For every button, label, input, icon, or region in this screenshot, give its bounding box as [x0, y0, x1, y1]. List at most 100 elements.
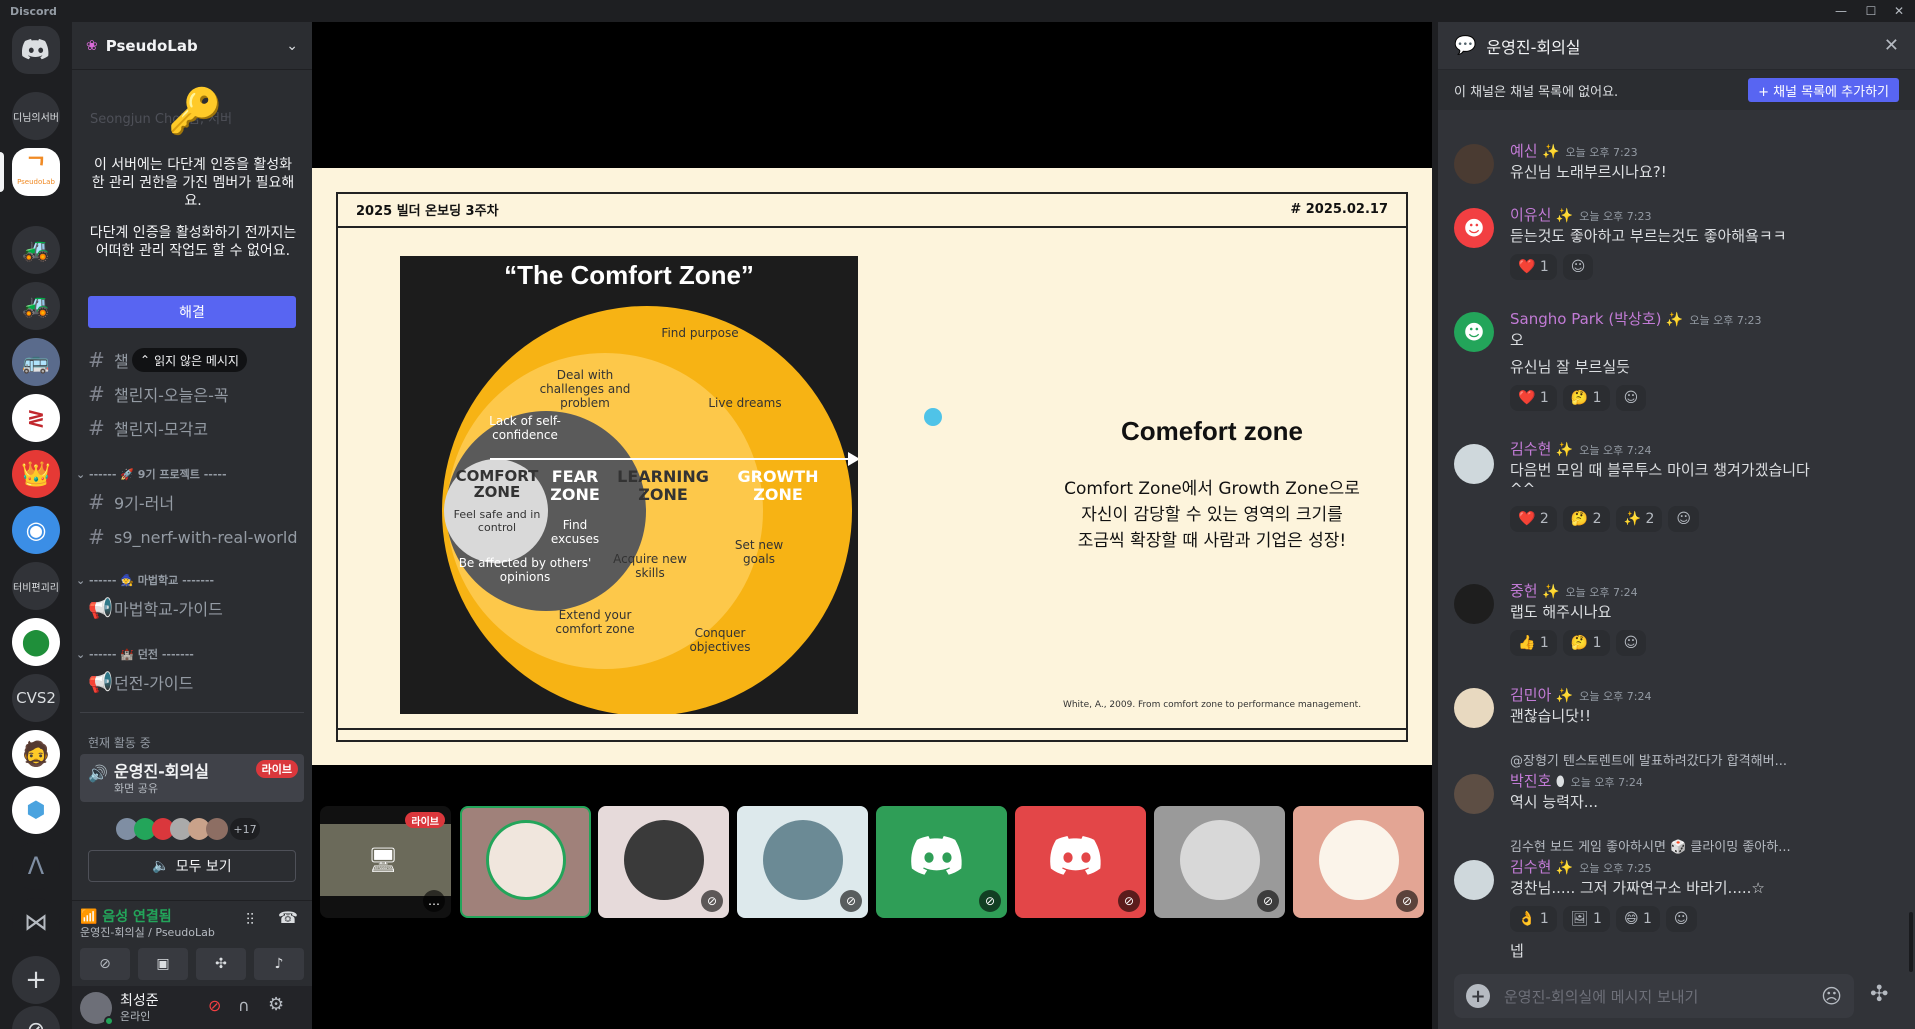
reaction[interactable]: ❤️ 1 [1510, 385, 1557, 411]
add-reaction-icon[interactable]: ☺ [1615, 385, 1647, 411]
apps-icon[interactable]: ✣ [1870, 982, 1888, 1007]
active-voice-channel[interactable]: 🔊 운영진-회의실 화면 공유 라이브 [80, 754, 304, 802]
discord-home-icon[interactable] [12, 26, 60, 74]
server-arrows[interactable]: ≷ [12, 394, 60, 442]
server-cube[interactable]: ⬢ [12, 786, 60, 834]
minimize-icon[interactable]: — [1827, 0, 1855, 22]
emoji-icon[interactable]: ☹ [1821, 984, 1842, 1008]
server-green-key[interactable]: ⬤ [12, 618, 60, 666]
reaction[interactable]: 🤔 2 [1562, 506, 1610, 532]
tile-user[interactable]: ⊘ [1293, 806, 1424, 918]
server-lambda[interactable]: Λ [12, 842, 60, 890]
channel-challenge-today[interactable]: # 챌린지-오늘은-꼭 [80, 378, 304, 410]
close-icon[interactable]: ✕ [1884, 35, 1899, 56]
author-name[interactable]: 박진호 [1510, 772, 1551, 790]
activities-button[interactable]: ✣ [196, 948, 246, 980]
avatar[interactable]: ☻ [1454, 208, 1494, 248]
reaction[interactable]: 👌 1 [1510, 906, 1557, 932]
add-to-channel-list-button[interactable]: + 채널 목록에 추가하기 [1748, 78, 1899, 102]
add-reaction-icon[interactable]: ☺ [1668, 506, 1699, 532]
add-reaction-icon[interactable]: ☺ [1562, 254, 1594, 280]
resolve-button[interactable]: 해결 [88, 296, 296, 328]
guild-header[interactable]: ❀ PseudoLab ⌄ [72, 22, 312, 70]
reaction[interactable]: 🤔 1 [1562, 630, 1610, 656]
add-reaction-icon[interactable]: ☺ [1665, 906, 1697, 932]
reaction[interactable]: ❤️ 2 [1510, 506, 1557, 532]
server-pseudolab[interactable]: ᄀ PseudoLab [12, 148, 60, 196]
avatar[interactable] [1454, 860, 1494, 900]
avatar[interactable] [1454, 584, 1494, 624]
message-input-box[interactable]: + 운영진-회의실에 메시지 보내기 ☹ [1454, 974, 1854, 1018]
server-bowtie[interactable]: ⋈ [12, 898, 60, 946]
settings-gear-icon[interactable]: ⚙ [268, 994, 284, 1015]
disconnect-icon[interactable]: ☎ [278, 908, 298, 927]
author-name[interactable]: 김민아 [1510, 686, 1551, 704]
attach-plus-icon[interactable]: + [1466, 984, 1490, 1008]
author-name[interactable]: 예신 [1510, 142, 1538, 160]
close-window-icon[interactable]: ✕ [1885, 0, 1913, 22]
author-name[interactable]: 김수현 [1510, 440, 1551, 458]
shared-screen-slide[interactable]: 2025 빌더 온보딩 3주차 # 2025.02.17 “The Comfor… [312, 168, 1432, 765]
category-9th-project[interactable]: ⌄ ------ 🚀 9기 프로젝트 ----- [76, 466, 227, 482]
camera-off-button[interactable]: ⊘ [80, 948, 130, 980]
tile-user[interactable]: ⊘ [598, 806, 729, 918]
server-excavator-1[interactable]: 🚜 [12, 226, 60, 274]
mic-muted-icon[interactable]: ⊘ [208, 996, 221, 1015]
tile-screen-share[interactable]: 🖥 라이브 … [320, 806, 451, 918]
server-bus[interactable]: 🚌 [12, 338, 60, 386]
reply-preview[interactable]: 김수현 보드 게임 좋아하시면 🎲 클라이밍 좋아하... [1510, 836, 1791, 855]
tile-speaking-user[interactable] [460, 806, 591, 918]
server-cvs2[interactable]: CVS2 [12, 674, 60, 722]
author-name[interactable]: 이유신 [1510, 206, 1551, 224]
add-reaction-icon[interactable]: ☺ [1615, 630, 1647, 656]
reaction[interactable]: ✨ 2 [1615, 506, 1663, 532]
channel-challenge-mogakco[interactable]: # 챌린지-모각코 [80, 412, 304, 444]
category-magic-school[interactable]: ⌄ ------ 🧙 마법학교 ------- [76, 572, 214, 588]
chevron-down-icon[interactable]: ⌄ [286, 38, 298, 54]
reaction[interactable]: ❤️ 1 [1510, 254, 1557, 280]
avatar[interactable] [1454, 774, 1494, 814]
note-extend: Extend your comfort zone [555, 608, 635, 636]
headphones-icon[interactable]: ∩ [238, 996, 250, 1015]
add-server-button[interactable]: + [12, 956, 60, 1004]
server-turbi[interactable]: 터비편괴리 [12, 562, 60, 610]
avatar[interactable] [1454, 144, 1494, 184]
reaction[interactable]: 😄 1 [1615, 906, 1660, 932]
view-all-button[interactable]: 🔈 모두 보기 [88, 850, 296, 882]
channel-dungeon-guide[interactable]: 📢 던전-가이드 [80, 666, 304, 698]
author-name[interactable]: Sangho Park (박상호) [1510, 310, 1661, 328]
reaction[interactable]: 👍 1 [1510, 630, 1557, 656]
server-eye[interactable]: ◉ [12, 506, 60, 554]
explore-button[interactable]: ⊘ [12, 1006, 60, 1029]
maximize-icon[interactable]: ☐ [1857, 0, 1885, 22]
reply-preview[interactable]: @장형기 텐스토렌트에 발표하려갔다가 합격해버... [1510, 750, 1787, 769]
tile-user[interactable]: ⊘ [737, 806, 868, 918]
more-options-icon[interactable]: … [423, 890, 445, 912]
server-dinim[interactable]: 디님의서버 [12, 92, 60, 140]
soundboard-button[interactable]: ♪ [254, 948, 304, 980]
voice-location[interactable]: 운영진-회의실 / PseudoLab [80, 924, 215, 940]
tile-user[interactable]: ⊘ [1154, 806, 1285, 918]
author-name[interactable]: 김수현 [1510, 858, 1551, 876]
bowtie-logo-icon: ⋈ [24, 908, 48, 936]
server-excavator-2[interactable]: 🚜 [12, 282, 60, 330]
avatar[interactable]: ☻ [1454, 312, 1494, 352]
server-crown[interactable]: 👑 [12, 450, 60, 498]
author-name[interactable]: 중헌 [1510, 582, 1538, 600]
channel-s9-nerf[interactable]: # s9_nerf-with-real-world [80, 521, 304, 553]
scrollbar[interactable] [1909, 912, 1913, 972]
category-dungeon[interactable]: ⌄ ------ 🏰 던전 ------- [76, 646, 194, 662]
channel-9th-runner[interactable]: #9기-러너 [80, 486, 304, 518]
channel-magic-guide[interactable]: 📢 마법학교-가이드 [80, 592, 304, 624]
reaction[interactable]: 🤔 1 [1562, 385, 1610, 411]
tile-user[interactable]: ⊘ [876, 806, 1007, 918]
tile-user[interactable]: ⊘ [1015, 806, 1146, 918]
screen-share-button[interactable]: ▣ [138, 948, 188, 980]
unread-messages-pill[interactable]: ⌃ 읽지 않은 메시지 [132, 348, 247, 372]
avatar[interactable] [1454, 688, 1494, 728]
noise-suppression-icon[interactable]: ⫶⫶ [246, 910, 254, 930]
reaction[interactable]: 🖼 1 [1562, 906, 1610, 932]
server-visual-ai[interactable]: 🧔 [12, 730, 60, 778]
message-input[interactable]: 운영진-회의실에 메시지 보내기 [1504, 986, 1821, 1007]
avatar[interactable] [1454, 444, 1494, 484]
